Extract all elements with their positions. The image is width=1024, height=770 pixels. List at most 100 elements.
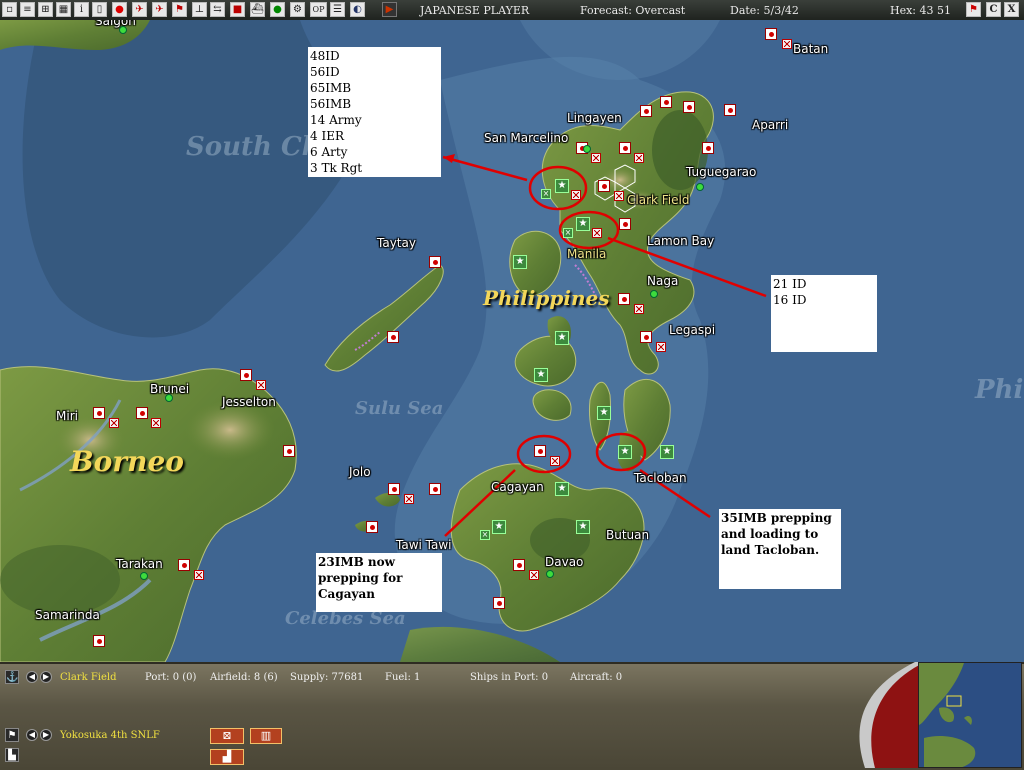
japanese-base-icon[interactable] bbox=[136, 407, 148, 419]
japanese-base-icon[interactable] bbox=[387, 331, 399, 343]
place-batan[interactable]: Batan bbox=[793, 42, 828, 56]
transfer-icon[interactable]: ⇆ bbox=[210, 2, 225, 17]
flag-icon[interactable]: ⚑ bbox=[5, 728, 19, 742]
japanese-base-icon[interactable] bbox=[388, 483, 400, 495]
town-dot[interactable] bbox=[546, 570, 554, 578]
place-butuan[interactable]: Butuan bbox=[606, 528, 649, 542]
japanese-base-icon[interactable] bbox=[618, 293, 630, 305]
japanese-base-icon[interactable] bbox=[513, 559, 525, 571]
unit-counter-icon[interactable] bbox=[404, 494, 414, 504]
allied-unit-icon[interactable]: × bbox=[563, 228, 573, 238]
japanese-base-icon[interactable] bbox=[765, 28, 777, 40]
place-manila[interactable]: Manila bbox=[567, 247, 606, 261]
japanese-base-icon[interactable] bbox=[640, 105, 652, 117]
japanese-base-icon[interactable] bbox=[283, 445, 295, 457]
unit-counter-icon[interactable] bbox=[591, 153, 601, 163]
op-icon[interactable]: OP bbox=[310, 2, 327, 17]
place-tarakan[interactable]: Tarakan bbox=[116, 557, 163, 571]
place-jolo[interactable]: Jolo bbox=[349, 465, 371, 479]
place-aparri[interactable]: Aparri bbox=[752, 118, 788, 132]
unit-type-icon[interactable]: ▙ bbox=[5, 748, 19, 762]
game-map[interactable]: South Ch Philippines Borneo Sulu Sea Cel… bbox=[0, 20, 1024, 662]
unit-counter-icon[interactable] bbox=[614, 191, 624, 201]
flag-outline-icon[interactable]: ⚑ bbox=[172, 2, 187, 17]
unit-counter-icon[interactable] bbox=[256, 380, 266, 390]
unit-list-button[interactable]: ▟ bbox=[210, 749, 244, 765]
japanese-base-icon[interactable] bbox=[619, 218, 631, 230]
allied-unit-icon[interactable]: × bbox=[480, 530, 490, 540]
town-dot[interactable] bbox=[583, 145, 591, 153]
japanese-base-icon[interactable] bbox=[619, 142, 631, 154]
japanese-base-icon[interactable] bbox=[178, 559, 190, 571]
japanese-base-icon[interactable] bbox=[534, 445, 546, 457]
document-icon[interactable]: ≡ bbox=[20, 2, 35, 17]
japanese-base-icon[interactable] bbox=[429, 483, 441, 495]
japanese-base-icon[interactable] bbox=[598, 180, 610, 192]
map-icon[interactable]: ◐ bbox=[350, 2, 365, 17]
unit-counter-icon[interactable] bbox=[634, 304, 644, 314]
flag-icon[interactable]: ● bbox=[112, 2, 127, 17]
japanese-base-icon[interactable] bbox=[724, 104, 736, 116]
town-dot[interactable] bbox=[696, 183, 704, 191]
info-icon[interactable]: i bbox=[74, 2, 89, 17]
place-miri[interactable]: Miri bbox=[56, 409, 78, 423]
landing-icon[interactable]: ⊥ bbox=[192, 2, 207, 17]
unit-counter-icon[interactable] bbox=[782, 39, 792, 49]
ship-icon[interactable]: ⛴ bbox=[250, 2, 265, 17]
allied-unit-icon[interactable]: ★ bbox=[576, 520, 590, 534]
unit-icon[interactable]: ■ bbox=[230, 2, 245, 17]
place-san-marcelino[interactable]: San Marcelino bbox=[484, 131, 568, 145]
unit-counter-icon[interactable] bbox=[656, 342, 666, 352]
unit-counter-icon[interactable] bbox=[550, 456, 560, 466]
place-cagayan[interactable]: Cagayan bbox=[491, 480, 544, 494]
prev-unit-button[interactable]: ◀ bbox=[26, 729, 38, 741]
japanese-base-icon[interactable] bbox=[683, 101, 695, 113]
place-legaspi[interactable]: Legaspi bbox=[669, 323, 715, 337]
globe-icon[interactable]: ● bbox=[270, 2, 285, 17]
place-jesselton[interactable]: Jesselton bbox=[222, 395, 276, 409]
grid-icon[interactable]: ▦ bbox=[56, 2, 71, 17]
aircraft-icon[interactable]: ✈ bbox=[152, 2, 167, 17]
window-icon[interactable]: ▫ bbox=[2, 2, 17, 17]
place-tawi-tawi[interactable]: Tawi Tawi bbox=[396, 538, 452, 552]
unit-counter-icon[interactable] bbox=[194, 570, 204, 580]
list-icon[interactable]: ☰ bbox=[330, 2, 345, 17]
japanese-base-icon[interactable] bbox=[660, 96, 672, 108]
place-lamon-bay[interactable]: Lamon Bay bbox=[647, 234, 714, 248]
japanese-base-icon[interactable] bbox=[240, 369, 252, 381]
plane-icon[interactable]: ✈ bbox=[132, 2, 147, 17]
unit-counter-icon[interactable] bbox=[592, 228, 602, 238]
japanese-base-icon[interactable] bbox=[493, 597, 505, 609]
allied-unit-icon[interactable]: ★ bbox=[597, 406, 611, 420]
play-icon[interactable]: ▶ bbox=[382, 2, 397, 17]
place-taytay[interactable]: Taytay bbox=[377, 236, 416, 250]
reports-icon[interactable]: ⊞ bbox=[38, 2, 53, 17]
prev-base-button[interactable]: ◀ bbox=[26, 671, 38, 683]
town-dot[interactable] bbox=[650, 290, 658, 298]
allied-unit-icon[interactable]: ★ bbox=[618, 445, 632, 459]
allied-unit-icon[interactable]: ★ bbox=[555, 179, 569, 193]
allied-unit-icon[interactable]: ★ bbox=[534, 368, 548, 382]
place-tacloban[interactable]: Tacloban bbox=[634, 471, 687, 485]
japanese-base-icon[interactable] bbox=[702, 142, 714, 154]
place-clark-field[interactable]: Clark Field bbox=[627, 193, 689, 207]
unit-counter-icon[interactable] bbox=[634, 153, 644, 163]
flag-button[interactable]: ⚑ bbox=[966, 2, 981, 17]
allied-unit-icon[interactable]: ★ bbox=[492, 520, 506, 534]
allied-unit-icon[interactable]: ★ bbox=[576, 217, 590, 231]
town-dot[interactable] bbox=[140, 572, 148, 580]
allied-unit-icon[interactable]: ★ bbox=[555, 482, 569, 496]
unit-counter-icon[interactable] bbox=[151, 418, 161, 428]
japanese-base-icon[interactable] bbox=[93, 635, 105, 647]
allied-unit-icon[interactable]: ★ bbox=[555, 331, 569, 345]
c-button[interactable]: C bbox=[986, 2, 1001, 17]
town-dot[interactable] bbox=[119, 26, 127, 34]
japanese-base-icon[interactable] bbox=[93, 407, 105, 419]
hq-button[interactable]: ▥ bbox=[250, 728, 282, 744]
combat-unit-button[interactable]: ⊠ bbox=[210, 728, 244, 744]
allied-unit-icon[interactable]: ★ bbox=[660, 445, 674, 459]
place-samarinda[interactable]: Samarinda bbox=[35, 608, 100, 622]
settings-icon[interactable]: ⚙ bbox=[290, 2, 305, 17]
place-davao[interactable]: Davao bbox=[545, 555, 583, 569]
allied-unit-icon[interactable]: ★ bbox=[513, 255, 527, 269]
